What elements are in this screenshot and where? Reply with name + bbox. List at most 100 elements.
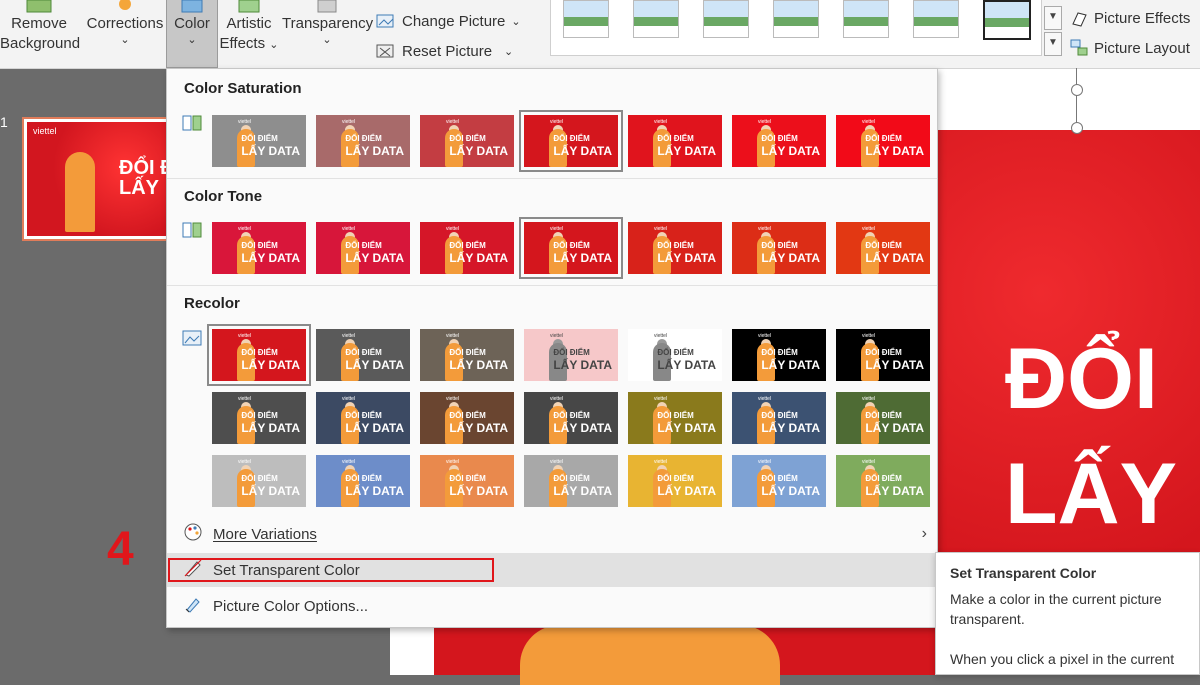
recolor-option[interactable]: viettel ĐỔI ĐIỂM LẤY DATA — [212, 455, 306, 507]
change-picture-button[interactable]: Change Picture ⌄ — [376, 12, 521, 30]
tile-heading-line-2: LẤY DATA — [865, 484, 924, 498]
picture-effects-button[interactable]: Picture Effects — [1070, 10, 1190, 27]
reset-picture-button[interactable]: Reset Picture ⌄ — [376, 42, 513, 60]
picture-color-options-item[interactable]: Picture Color Options... — [167, 589, 937, 623]
color-saturation-option[interactable]: viettel ĐỔI ĐIỂM LẤY DATA — [519, 110, 623, 172]
tooltip-title: Set Transparent Color — [950, 565, 1097, 581]
recolor-option[interactable]: viettel ĐỔI ĐIỂM LẤY DATA — [316, 329, 410, 381]
tile-heading-line-2: LẤY DATA — [241, 251, 300, 265]
recolor-row-icon — [182, 330, 202, 346]
chevron-down-icon: ⌄ — [187, 34, 197, 46]
ribbon: Remove Background Corrections ⌄ Color ⌄ … — [0, 0, 1200, 69]
tile-heading-line-2: LẤY DATA — [761, 251, 820, 265]
color-button[interactable]: Color ⌄ — [166, 0, 218, 68]
artistic-effects-button[interactable]: Artistic Effects ⌄ — [218, 0, 280, 55]
tooltip: Set Transparent Color Make a color in th… — [935, 552, 1200, 675]
divider — [167, 285, 937, 286]
picture-style-3[interactable] — [703, 0, 749, 38]
picture-style-2[interactable] — [633, 0, 679, 38]
thumbnail-heading-line-2: LẤY — [119, 177, 159, 199]
picture-style-7[interactable] — [983, 0, 1031, 40]
recolor-option[interactable]: viettel ĐỔI ĐIỂM LẤY DATA — [836, 392, 930, 444]
tile-heading-line-1: ĐỔI ĐIỂM — [553, 348, 590, 357]
corrections-button[interactable]: Corrections ⌄ — [82, 0, 168, 46]
tooltip-body-2: When you click a pixel in the current pi… — [950, 651, 1175, 674]
gallery-more-button[interactable]: ▼ — [1044, 32, 1062, 56]
transparency-label: Transparency — [282, 15, 374, 32]
color-tone-option[interactable]: viettel ĐỔI ĐIỂM LẤY DATA — [212, 222, 306, 274]
tile-heading-line-1: ĐỔI ĐIỂM — [449, 134, 486, 143]
recolor-option[interactable]: viettel ĐỔI ĐIỂM LẤY DATA — [524, 392, 618, 444]
color-saturation-option[interactable]: viettel ĐỔI ĐIỂM LẤY DATA — [420, 115, 514, 167]
color-saturation-option[interactable]: viettel ĐỔI ĐIỂM LẤY DATA — [212, 115, 306, 167]
tile-heading-text: ĐỔI ĐIỂM LẤY DATA — [761, 131, 820, 157]
tone-row-icon — [182, 222, 202, 238]
tile-heading-line-1: ĐỔI ĐIỂM — [241, 348, 278, 357]
tile-heading-text: ĐỔI ĐIỂM LẤY DATA — [345, 345, 404, 371]
color-tone-option[interactable]: viettel ĐỔI ĐIỂM LẤY DATA — [519, 217, 623, 279]
remove-background-icon — [26, 0, 52, 13]
color-tone-option[interactable]: viettel ĐỔI ĐIỂM LẤY DATA — [732, 222, 826, 274]
color-saturation-option[interactable]: viettel ĐỔI ĐIỂM LẤY DATA — [316, 115, 410, 167]
tile-heading-line-1: ĐỔI ĐIỂM — [553, 241, 590, 250]
tile-heading-line-1: ĐỔI ĐIỂM — [345, 241, 382, 250]
slide-number: 1 — [0, 114, 8, 130]
color-label: Color — [174, 15, 210, 32]
color-tone-option[interactable]: viettel ĐỔI ĐIỂM LẤY DATA — [628, 222, 722, 274]
more-variations-item[interactable]: More Variations › — [167, 517, 937, 551]
recolor-option[interactable]: viettel ĐỔI ĐIỂM LẤY DATA — [524, 329, 618, 381]
recolor-option[interactable]: viettel ĐỔI ĐIỂM LẤY DATA — [628, 455, 722, 507]
color-saturation-option[interactable]: viettel ĐỔI ĐIỂM LẤY DATA — [628, 115, 722, 167]
recolor-option[interactable]: viettel ĐỔI ĐIỂM LẤY DATA — [628, 392, 722, 444]
recolor-option[interactable]: viettel ĐỔI ĐIỂM LẤY DATA — [316, 392, 410, 444]
color-tone-option[interactable]: viettel ĐỔI ĐIỂM LẤY DATA — [420, 222, 514, 274]
reset-picture-icon — [376, 44, 394, 58]
picture-style-1[interactable] — [563, 0, 609, 38]
tile-heading-text: ĐỔI ĐIỂM LẤY DATA — [657, 238, 716, 264]
tile-heading-line-1: ĐỔI ĐIỂM — [241, 241, 278, 250]
recolor-option[interactable]: viettel ĐỔI ĐIỂM LẤY DATA — [836, 329, 930, 381]
tile-heading-text: ĐỔI ĐIỂM LẤY DATA — [761, 345, 820, 371]
recolor-option[interactable]: viettel ĐỔI ĐIỂM LẤY DATA — [420, 392, 514, 444]
more-variations-label: More Variations — [213, 525, 317, 543]
resize-handle-top[interactable] — [1071, 122, 1083, 134]
recolor-option[interactable]: viettel ĐỔI ĐIỂM LẤY DATA — [628, 329, 722, 381]
tile-heading-line-2: LẤY DATA — [345, 251, 404, 265]
gallery-scroll-up[interactable]: ▼ — [1044, 6, 1062, 30]
tile-heading-line-1: ĐỔI ĐIỂM — [553, 411, 590, 420]
tile-heading-line-2: LẤY DATA — [241, 484, 300, 498]
picture-style-6[interactable] — [913, 0, 959, 38]
remove-background-button[interactable]: Remove Background — [0, 0, 80, 54]
recolor-option[interactable]: viettel ĐỔI ĐIỂM LẤY DATA — [836, 455, 930, 507]
tile-heading-line-2: LẤY DATA — [345, 144, 404, 158]
slide-thumbnail[interactable]: viettel ĐỔI ĐI LẤY — [22, 117, 172, 241]
tile-heading-line-2: LẤY DATA — [657, 144, 716, 158]
transparency-button[interactable]: Transparency ⌄ — [282, 0, 374, 46]
recolor-option[interactable]: viettel ĐỔI ĐIỂM LẤY DATA — [732, 392, 826, 444]
tile-heading-line-1: ĐỔI ĐIỂM — [553, 134, 590, 143]
color-tone-option[interactable]: viettel ĐỔI ĐIỂM LẤY DATA — [316, 222, 410, 274]
step-number-annotation: 4 — [107, 523, 134, 576]
recolor-option[interactable]: viettel ĐỔI ĐIỂM LẤY DATA — [732, 329, 826, 381]
recolor-option[interactable]: viettel ĐỔI ĐIỂM LẤY DATA — [420, 455, 514, 507]
tile-heading-line-2: LẤY DATA — [241, 144, 300, 158]
tile-heading-line-1: ĐỔI ĐIỂM — [345, 348, 382, 357]
picture-styles-gallery — [550, 0, 1042, 56]
recolor-option[interactable]: viettel ĐỔI ĐIỂM LẤY DATA — [420, 329, 514, 381]
tile-heading-text: ĐỔI ĐIỂM LẤY DATA — [865, 238, 924, 264]
recolor-option[interactable]: viettel ĐỔI ĐIỂM LẤY DATA — [316, 455, 410, 507]
color-tone-option[interactable]: viettel ĐỔI ĐIỂM LẤY DATA — [836, 222, 930, 274]
picture-layout-label: Picture Layout — [1094, 39, 1190, 57]
picture-layout-button[interactable]: Picture Layout — [1070, 39, 1190, 57]
tile-heading-line-2: LẤY DATA — [449, 421, 508, 435]
color-saturation-option[interactable]: viettel ĐỔI ĐIỂM LẤY DATA — [732, 115, 826, 167]
recolor-option[interactable]: viettel ĐỔI ĐIỂM LẤY DATA — [212, 392, 306, 444]
rotation-handle[interactable] — [1071, 84, 1083, 96]
picture-style-4[interactable] — [773, 0, 819, 38]
tile-heading-line-1: ĐỔI ĐIỂM — [345, 134, 382, 143]
recolor-option[interactable]: viettel ĐỔI ĐIỂM LẤY DATA — [207, 324, 311, 386]
recolor-option[interactable]: viettel ĐỔI ĐIỂM LẤY DATA — [524, 455, 618, 507]
color-saturation-option[interactable]: viettel ĐỔI ĐIỂM LẤY DATA — [836, 115, 930, 167]
recolor-option[interactable]: viettel ĐỔI ĐIỂM LẤY DATA — [732, 455, 826, 507]
picture-style-5[interactable] — [843, 0, 889, 38]
